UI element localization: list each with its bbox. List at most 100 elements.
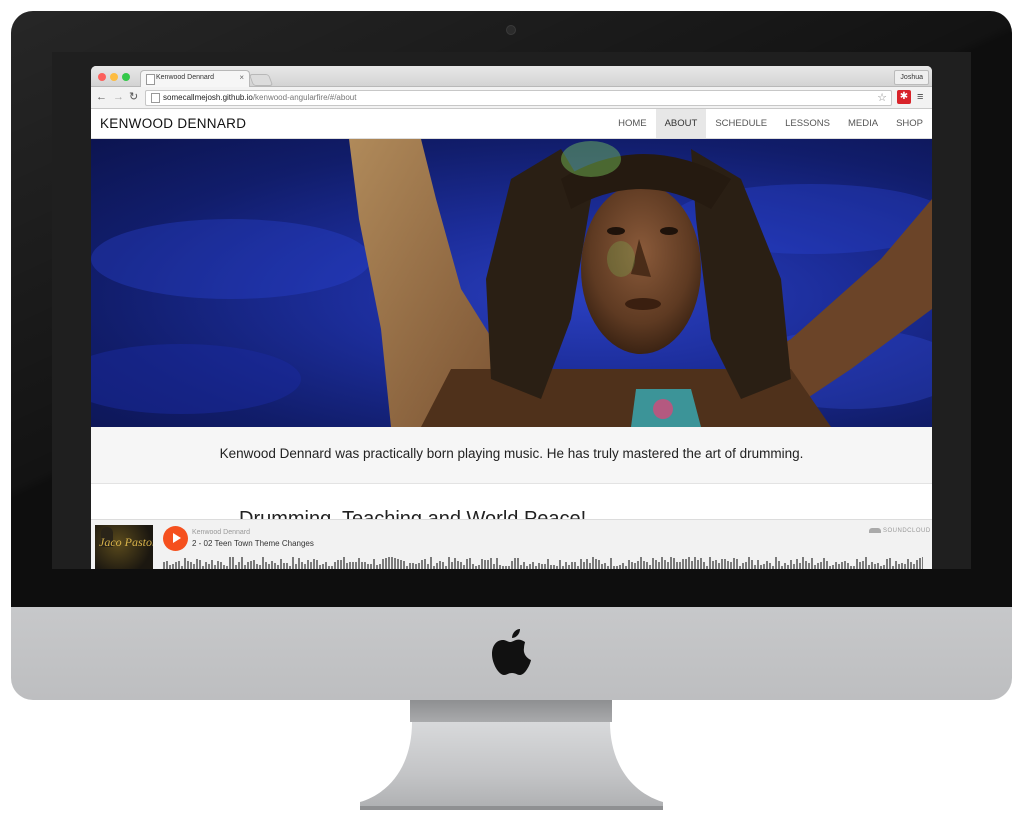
site-brand[interactable]: KENWOOD DENNARD xyxy=(100,116,246,131)
track-artist[interactable]: Kenwood Dennard xyxy=(192,529,250,536)
waveform-bar xyxy=(604,563,606,569)
waveform-bar xyxy=(229,557,231,569)
waveform-bar xyxy=(445,566,447,569)
nav-item-shop[interactable]: SHOP xyxy=(887,109,932,138)
waveform-bar xyxy=(673,558,675,569)
waveform-bar xyxy=(691,561,693,569)
waveform-bar xyxy=(628,560,630,569)
waveform-bar xyxy=(862,561,864,569)
waveform-bar xyxy=(661,557,663,569)
play-button[interactable] xyxy=(163,526,188,551)
nav-item-about[interactable]: ABOUT xyxy=(655,109,707,138)
waveform-bar xyxy=(196,559,198,569)
waveform-bar xyxy=(721,559,723,569)
waveform-bar xyxy=(718,563,720,569)
waveform-bar xyxy=(613,566,615,569)
waveform-bar xyxy=(493,564,495,569)
bookmark-star-icon[interactable]: ☆ xyxy=(877,91,887,104)
waveform-bar xyxy=(634,563,636,569)
waveform-bar xyxy=(385,558,387,569)
waveform-bar xyxy=(400,560,402,569)
waveform-bar xyxy=(328,566,330,569)
imac-screen: Kenwood Dennard × Joshua ← → ↻ somecallm… xyxy=(52,52,971,569)
waveform-bar xyxy=(346,563,348,569)
waveform-bar xyxy=(421,560,423,569)
waveform-bar xyxy=(349,562,351,569)
imac-stand-neck xyxy=(410,700,612,722)
nav-item-home[interactable]: HOME xyxy=(609,109,656,138)
waveform-bar xyxy=(790,560,792,569)
nav-item-schedule[interactable]: SCHEDULE xyxy=(706,109,776,138)
waveform-bar xyxy=(523,562,525,569)
tab-close-icon[interactable]: × xyxy=(239,73,244,82)
maximize-window-button[interactable] xyxy=(122,73,130,81)
waveform-bar xyxy=(796,559,798,569)
soundcloud-player: Jaco Pastorius Kenwood Dennard 2 - 02 Te… xyxy=(91,519,932,569)
waveform-bar xyxy=(469,558,471,569)
forward-icon[interactable]: → xyxy=(113,90,124,104)
waveform-bar xyxy=(538,563,540,569)
waveform-bar xyxy=(697,560,699,569)
waveform-bar xyxy=(760,565,762,569)
browser-tab[interactable]: Kenwood Dennard × xyxy=(140,70,250,87)
url-text: somecallmejosh.github.io/kenwood-angular… xyxy=(163,93,356,102)
waveform-bar xyxy=(637,561,639,569)
close-window-button[interactable] xyxy=(98,73,106,81)
waveform-bar xyxy=(190,562,192,569)
waveform-bar xyxy=(313,559,315,569)
waveform-bar xyxy=(166,561,168,569)
waveform-bar xyxy=(610,558,612,569)
new-tab-button[interactable] xyxy=(248,74,274,86)
camera-icon xyxy=(506,25,516,35)
waveform-bar xyxy=(220,562,222,569)
waveform-bar xyxy=(307,560,309,569)
waveform-bar xyxy=(685,559,687,569)
waveform-bar xyxy=(568,565,570,569)
nav-item-media[interactable]: MEDIA xyxy=(839,109,887,138)
waveform-bar xyxy=(703,562,705,569)
waveform-bar xyxy=(835,562,837,569)
profile-button[interactable]: Joshua xyxy=(894,70,929,85)
waveform-bar xyxy=(514,558,516,569)
waveform-bar xyxy=(547,559,549,569)
waveform-bar xyxy=(778,561,780,569)
extension-icon[interactable]: ✱ xyxy=(897,90,911,104)
waveform-bar xyxy=(217,561,219,569)
waveform-bar xyxy=(343,557,345,569)
waveform-bar xyxy=(802,557,804,569)
page-viewport: KENWOOD DENNARD HOME ABOUT SCHEDULE LESS… xyxy=(91,109,932,569)
waveform-bar xyxy=(793,564,795,569)
nav-menu: HOME ABOUT SCHEDULE LESSONS MEDIA SHOP xyxy=(609,109,932,138)
waveform-bar xyxy=(712,561,714,569)
audio-waveform[interactable] xyxy=(163,556,923,569)
waveform-bar xyxy=(451,562,453,569)
waveform-bar xyxy=(325,562,327,569)
minimize-window-button[interactable] xyxy=(110,73,118,81)
waveform-bar xyxy=(868,565,870,569)
waveform-bar xyxy=(448,557,450,569)
waveform-bar xyxy=(211,560,213,569)
address-bar[interactable]: somecallmejosh.github.io/kenwood-angular… xyxy=(145,90,892,106)
waveform-bar xyxy=(439,561,441,569)
soundcloud-logo[interactable]: SOUNDCLOUD xyxy=(869,528,931,534)
waveform-bar xyxy=(202,566,204,569)
nav-item-lessons[interactable]: LESSONS xyxy=(776,109,839,138)
waveform-bar xyxy=(379,564,381,569)
hero-image xyxy=(91,139,932,427)
waveform-bar xyxy=(895,561,897,569)
waveform-bar xyxy=(592,557,594,569)
waveform-bar xyxy=(742,563,744,569)
track-title[interactable]: 2 - 02 Teen Town Theme Changes xyxy=(192,539,314,548)
waveform-bar xyxy=(205,562,207,569)
waveform-bar xyxy=(253,560,255,569)
waveform-bar xyxy=(214,565,216,569)
waveform-bar xyxy=(601,564,603,569)
back-icon[interactable]: ← xyxy=(96,90,107,104)
url-path: /kenwood-angularfire/#/about xyxy=(252,93,357,102)
browser-menu-icon[interactable]: ≡ xyxy=(917,91,923,103)
waveform-bar xyxy=(517,558,519,569)
waveform-bar xyxy=(667,562,669,569)
waveform-bar xyxy=(391,557,393,569)
waveform-bar xyxy=(739,566,741,569)
reload-icon[interactable]: ↻ xyxy=(129,90,138,104)
